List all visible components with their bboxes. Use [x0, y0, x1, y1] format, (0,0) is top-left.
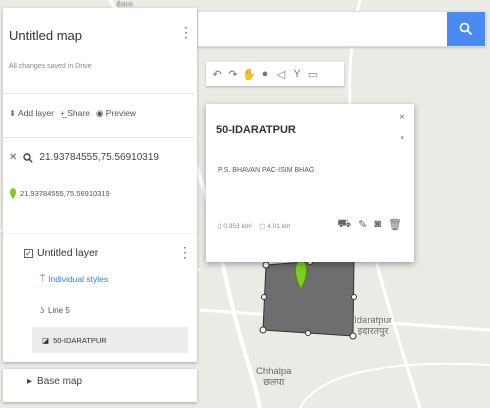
expand-icon: ▸ — [27, 376, 33, 387]
layer-header: ✓ Untitled layer — [24, 247, 98, 259]
popup-measurements: ▯ 0.353 km² ▢ 4.01 km — [218, 222, 290, 230]
green-pin-icon — [10, 188, 16, 199]
length-stat: ▢ 4.01 km — [259, 223, 291, 230]
individual-styles-link[interactable]: ⍑ Individual styles — [40, 273, 108, 284]
search-result-text: 21.93784555,75.56910319 — [39, 152, 159, 163]
layer-item-feature[interactable]: ◪ 50-IDARATPUR — [32, 327, 188, 353]
redo-button[interactable]: ↷ — [225, 65, 241, 83]
popup-title: 50-IDARATPUR — [216, 124, 296, 136]
edit-pencil-icon[interactable]: ✎ — [358, 218, 367, 232]
popup-description: P.S. BHAVAN PAC-ISIM BHAG — [218, 167, 315, 174]
map-toolbar: ↶ ↷ ✋ ● ◁ Y ▭ — [206, 62, 344, 86]
paint-roller-icon: ⍑ — [40, 273, 46, 283]
add-layer-icon: ⇟ — [9, 108, 19, 118]
map-search-bar — [197, 11, 486, 47]
basemap-label: Base map — [37, 376, 83, 387]
popup-scroll-indicator: ▾ — [400, 135, 404, 142]
search-result: ✕ 21.93784555,75.56910319 — [9, 152, 159, 163]
undo-button[interactable]: ↶ — [209, 65, 225, 83]
save-status: All changes saved in Drive — [9, 63, 92, 70]
layer-checkbox[interactable]: ✓ — [24, 248, 33, 258]
panel-actions: ⇟ Add layer +̲ Share ◉ Preview — [9, 108, 136, 119]
preview-icon: ◉ — [95, 108, 106, 118]
map-options-kebab-icon[interactable]: ⋮ — [179, 24, 193, 41]
area-stat: ▯ 0.353 km² — [218, 223, 253, 230]
ruler-button[interactable]: ▭ — [305, 65, 321, 83]
basemap-toggle[interactable]: ▸ Base map — [27, 376, 82, 387]
preview-button[interactable]: ◉ Preview — [96, 108, 136, 119]
pin-label: 21.93784555,75.56910319 — [20, 189, 110, 198]
divider — [0, 137, 194, 138]
layer-item-line[interactable]: ʖ Line 5 — [40, 306, 70, 315]
camera-icon[interactable]: ◙ — [374, 218, 381, 232]
map-search-input[interactable] — [198, 12, 449, 46]
line-icon: ʖ — [40, 306, 44, 315]
map-title[interactable]: Untitled map — [9, 28, 82, 43]
map-place-idaratpur: Idaratpur इदारतपुर — [354, 315, 393, 337]
search-button[interactable] — [447, 12, 485, 46]
add-layer-button[interactable]: ⇟ Add layer — [9, 108, 54, 119]
search-result-pin[interactable]: 21.93784555,75.56910319 — [9, 188, 110, 199]
feature-info-popup: 50-IDARATPUR × ▾ P.S. BHAVAN PAC-ISIM BH… — [206, 104, 414, 262]
feature-polygon[interactable] — [262, 257, 355, 337]
close-icon[interactable]: × — [399, 112, 405, 123]
clear-search-icon[interactable]: ✕ — [9, 152, 17, 163]
directions-button[interactable]: Y — [289, 65, 305, 83]
search-icon — [459, 22, 473, 36]
divider — [0, 93, 194, 94]
map-place-chhalpa: Chhalpa छलपा — [256, 366, 292, 388]
layer-name[interactable]: Untitled layer — [37, 247, 98, 259]
polygon-icon: ◪ — [42, 335, 50, 345]
popup-actions: ⛟ ✎ ◙ 🗑 — [337, 218, 402, 232]
share-button[interactable]: +̲ Share — [60, 108, 90, 119]
paint-bucket-icon[interactable]: ⛟ — [337, 218, 351, 232]
draw-line-button[interactable]: ◁ — [273, 65, 289, 83]
delete-icon[interactable]: 🗑 — [388, 218, 402, 232]
hand-tool-button[interactable]: ✋ — [241, 65, 257, 83]
search-icon — [23, 152, 34, 163]
add-marker-button[interactable]: ● — [257, 65, 273, 83]
layer-options-kebab-icon[interactable]: ⋮ — [178, 244, 192, 261]
